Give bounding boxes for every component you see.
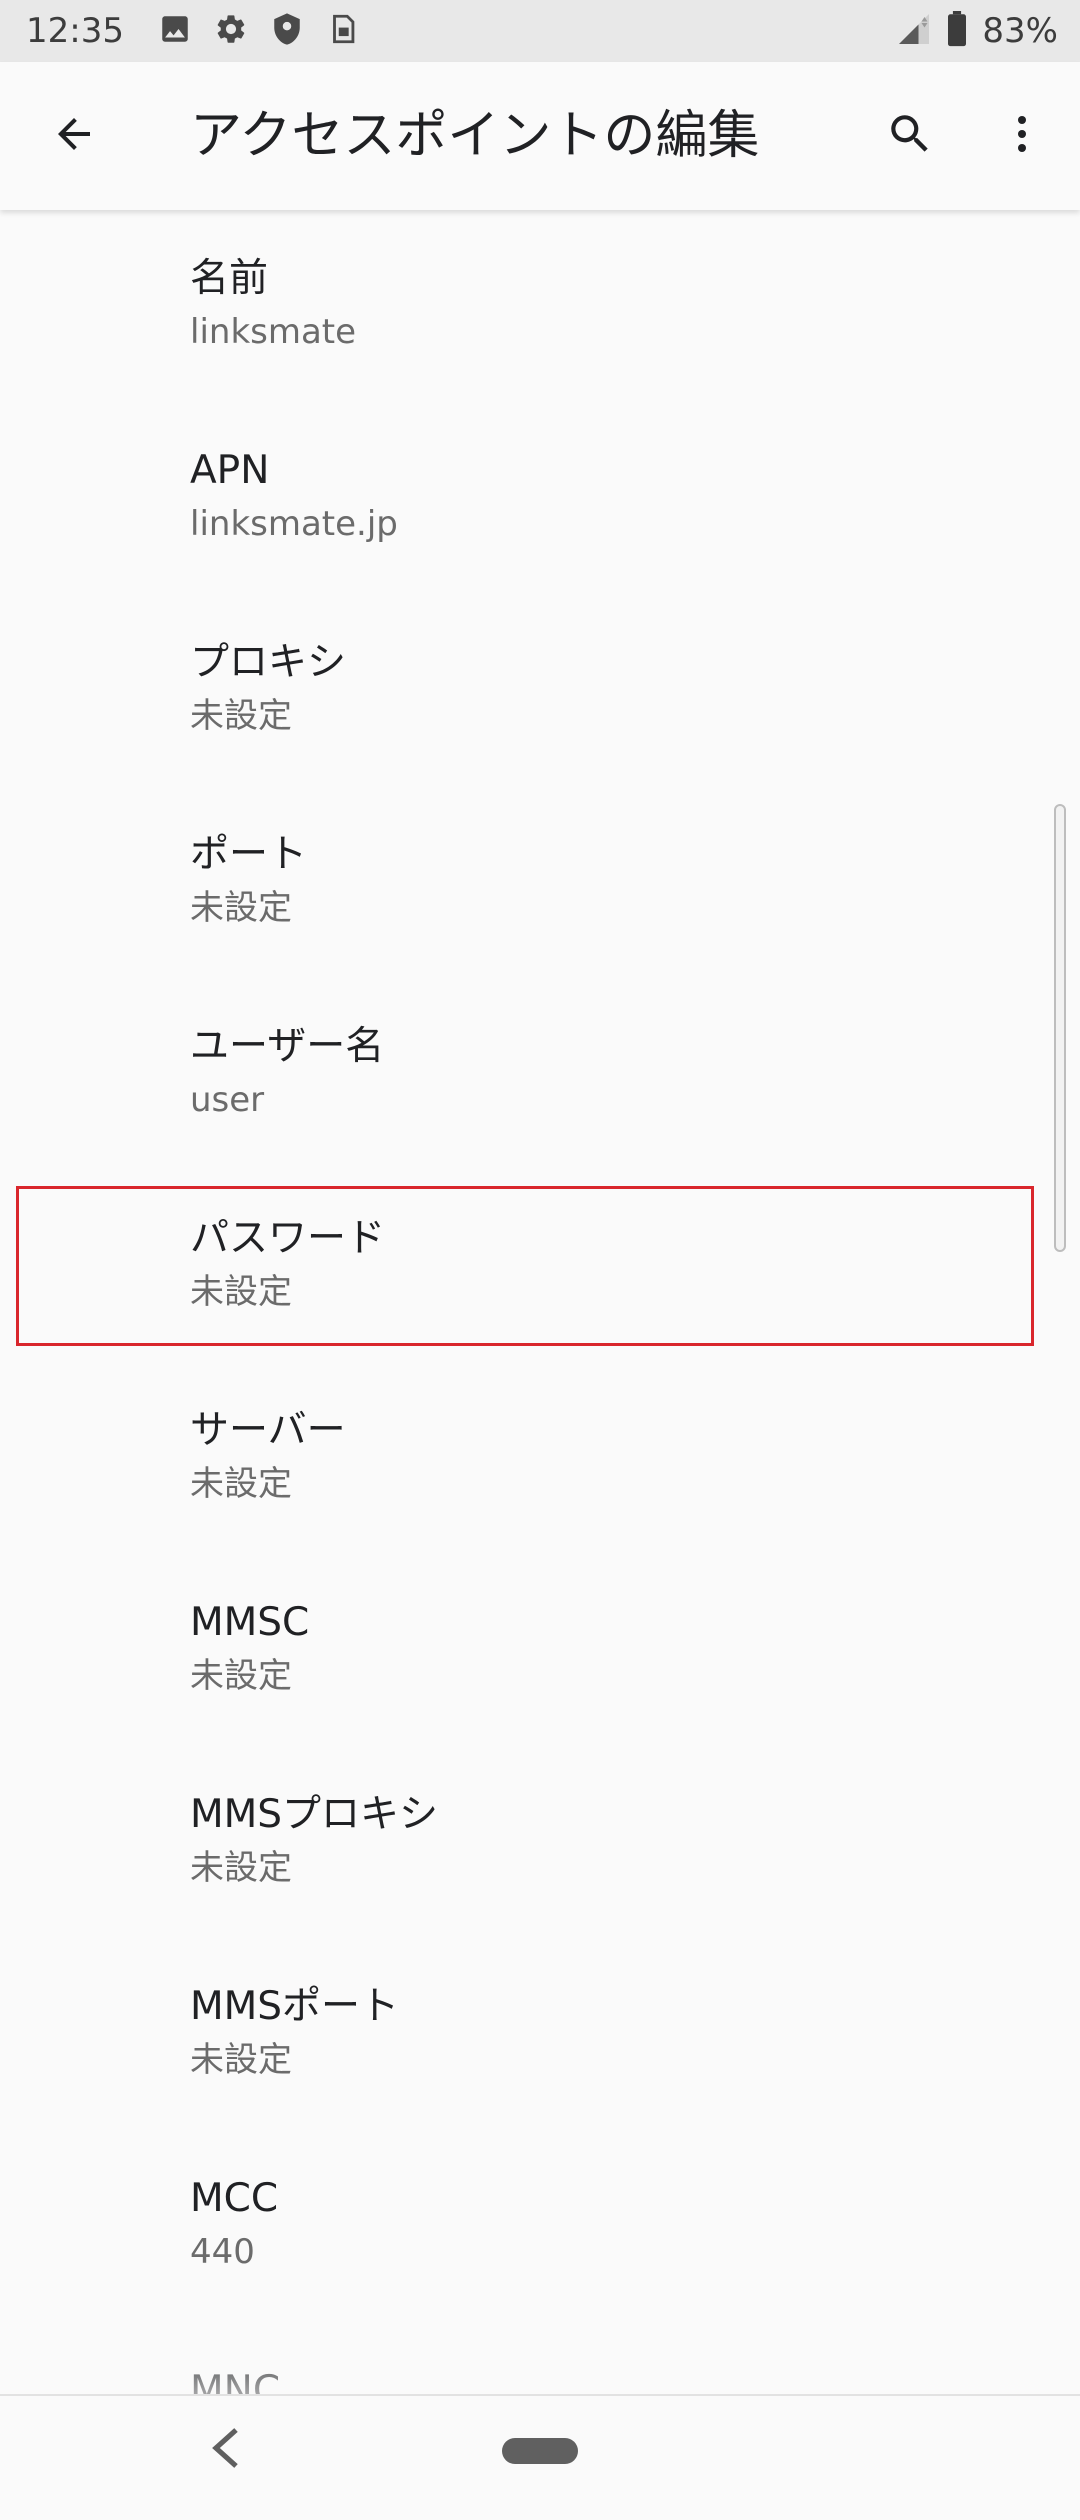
status-system-icons: 83% [896, 0, 1058, 62]
pref-summary: 未設定 [190, 1464, 292, 1504]
signal-icon [896, 11, 932, 51]
pref-summary: user [190, 1080, 265, 1120]
search-icon [885, 109, 935, 163]
nav-back-icon [206, 2424, 246, 2476]
pref-item-proxy[interactable]: プロキシ 未設定 [0, 594, 1080, 786]
pref-summary: 未設定 [190, 696, 292, 736]
app-bar: アクセスポイントの編集 [0, 62, 1080, 210]
pref-summary: 未設定 [190, 1848, 292, 1888]
back-button[interactable] [26, 88, 122, 184]
pref-title: MCC [190, 2176, 279, 2221]
more-vert-icon [998, 110, 1046, 162]
pref-title: MMSポート [190, 1984, 400, 2029]
navigation-bar [0, 2394, 1080, 2520]
nav-back-button[interactable] [196, 2420, 256, 2480]
pref-item-server[interactable]: サーバー 未設定 [0, 1362, 1080, 1554]
pref-item-mms-proxy[interactable]: MMSプロキシ 未設定 [0, 1746, 1080, 1938]
pref-summary: linksmate.jp [190, 504, 398, 544]
pref-title: プロキシ [190, 640, 347, 685]
search-button[interactable] [862, 88, 958, 184]
battery-percentage: 83% [982, 11, 1058, 51]
pref-summary: 未設定 [190, 888, 292, 928]
highlight-box [16, 1186, 1034, 1346]
pref-title: サーバー [190, 1408, 346, 1453]
page-title: アクセスポイントの編集 [190, 106, 760, 166]
gear-icon [214, 12, 248, 50]
sim-icon [326, 12, 360, 50]
pref-item-mmsc[interactable]: MMSC 未設定 [0, 1554, 1080, 1746]
image-icon [158, 12, 192, 50]
pref-item-mms-port[interactable]: MMSポート 未設定 [0, 1938, 1080, 2130]
status-time: 12:35 [26, 11, 124, 51]
pref-item-mcc[interactable]: MCC 440 [0, 2130, 1080, 2322]
pref-item-mnc[interactable]: MNC 10 [0, 2322, 1080, 2394]
more-options-button[interactable] [974, 88, 1070, 184]
pref-summary: 未設定 [190, 2040, 292, 2080]
shield-icon [270, 12, 304, 50]
pref-item-name[interactable]: 名前 linksmate [0, 210, 1080, 402]
pref-item-port[interactable]: ポート 未設定 [0, 786, 1080, 978]
status-notification-icons [158, 12, 360, 50]
home-pill-icon[interactable] [502, 2438, 578, 2464]
arrow-back-icon [50, 110, 98, 162]
pref-summary: linksmate [190, 312, 357, 352]
battery-icon [946, 11, 968, 51]
pref-summary: 440 [190, 2232, 255, 2272]
pref-item-apn[interactable]: APN linksmate.jp [0, 402, 1080, 594]
pref-title: APN [190, 448, 270, 493]
pref-title: MMSプロキシ [190, 1792, 439, 1837]
pref-item-username[interactable]: ユーザー名 user [0, 978, 1080, 1170]
pref-title: MMSC [190, 1600, 310, 1645]
pref-title: ユーザー名 [190, 1024, 385, 1069]
scrollbar[interactable] [1054, 804, 1066, 1252]
pref-title: MNC [190, 2368, 281, 2394]
pref-summary: 未設定 [190, 1656, 292, 1696]
pref-title: 名前 [190, 256, 269, 301]
status-bar: 12:35 83% [0, 0, 1080, 62]
pref-title: ポート [190, 832, 308, 877]
